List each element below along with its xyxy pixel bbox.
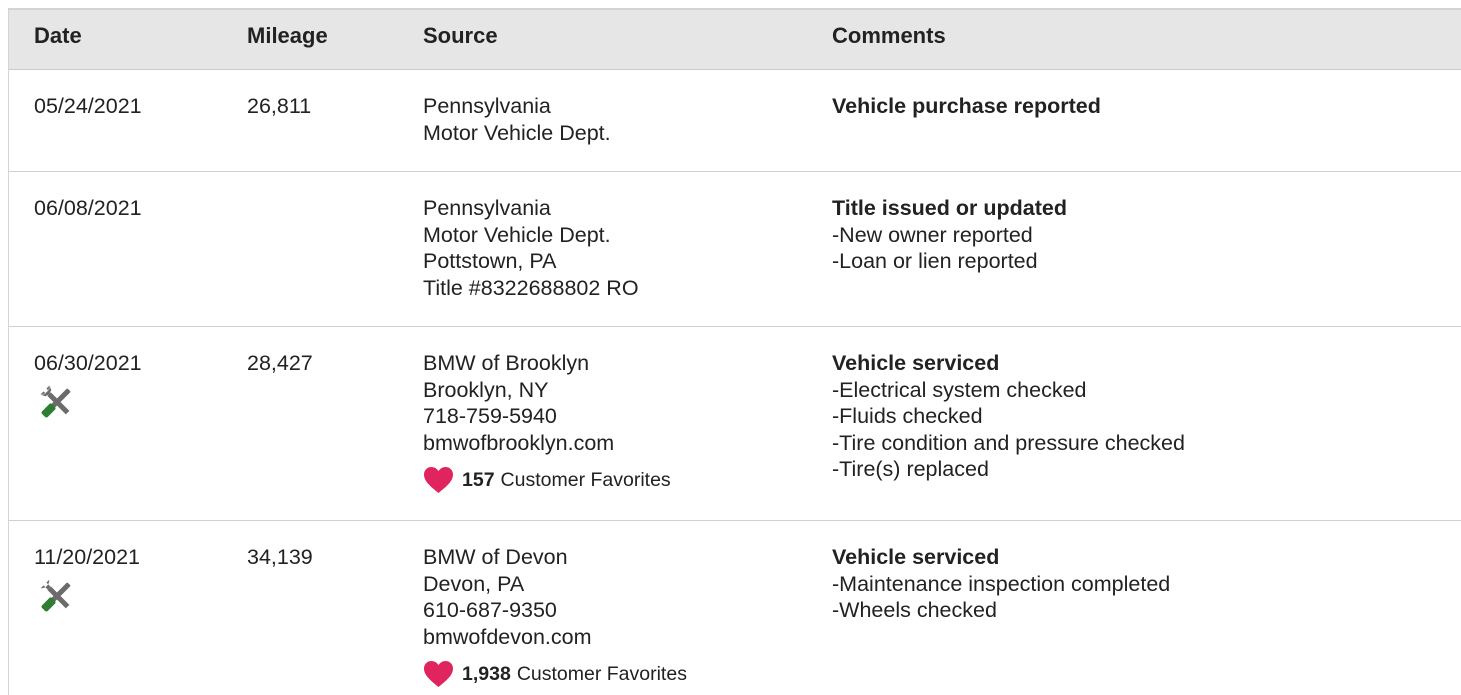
comment-item: Fluids checked — [832, 403, 1185, 430]
row-source: Pennsylvania Motor Vehicle Dept. Pottsto… — [423, 196, 639, 300]
row-source: Pennsylvania Motor Vehicle Dept. — [423, 94, 611, 145]
row-date: 05/24/2021 — [34, 94, 142, 118]
table-row: 05/24/2021 26,811 Pennsylvania Motor Veh… — [9, 70, 1461, 172]
comment-item: Wheels checked — [832, 597, 1170, 624]
dealer-link[interactable]: bmwofbrooklyn.com — [423, 430, 671, 457]
comment-item: Maintenance inspection completed — [832, 571, 1170, 598]
comment-item: Tire(s) replaced — [832, 456, 1185, 483]
favorites-count: 157 — [462, 468, 495, 491]
favorites-label: Customer Favorites — [500, 468, 671, 491]
comment-item: Tire condition and pressure checked — [832, 430, 1185, 457]
comment-item: Loan or lien reported — [832, 248, 1067, 275]
row-date: 11/20/2021 — [34, 545, 141, 569]
heart-icon — [424, 661, 453, 687]
wrench-screwdriver-icon — [36, 575, 78, 617]
row-comments: Vehicle purchase reported — [832, 93, 1101, 120]
header-date: Date — [34, 23, 82, 48]
header-source: Source — [423, 23, 498, 48]
row-source: BMW of Devon Devon, PA 610-687-9350 bmwo… — [423, 544, 687, 688]
row-source: BMW of Brooklyn Brooklyn, NY 718-759-594… — [423, 350, 671, 494]
customer-favorites[interactable]: 157 Customer Favorites — [423, 466, 671, 494]
header-mileage: Mileage — [247, 23, 328, 48]
row-comments: Vehicle serviced Electrical system check… — [832, 350, 1185, 483]
comment-title: Vehicle serviced — [832, 351, 1000, 375]
row-mileage: 26,811 — [247, 94, 312, 118]
row-date: 06/30/2021 — [34, 351, 142, 375]
comment-title: Title issued or updated — [832, 196, 1067, 220]
vehicle-history-table: Date Mileage Source Comments 05/24/2021 … — [8, 8, 1461, 695]
table-row: 06/30/2021 28,427 BMW of Brooklyn Brookl… — [9, 327, 1461, 521]
comment-item: Electrical system checked — [832, 377, 1185, 404]
customer-favorites[interactable]: 1,938 Customer Favorites — [423, 660, 687, 688]
comment-item: New owner reported — [832, 222, 1067, 249]
header-comments: Comments — [832, 23, 946, 48]
favorites-label: Customer Favorites — [516, 662, 687, 685]
comment-title: Vehicle purchase reported — [832, 94, 1101, 118]
row-mileage: 28,427 — [247, 351, 313, 375]
row-comments: Vehicle serviced Maintenance inspection … — [832, 544, 1170, 624]
table-header: Date Mileage Source Comments — [9, 10, 1461, 70]
dealer-link[interactable]: bmwofdevon.com — [423, 624, 687, 651]
table-row: 11/20/2021 34,139 BMW of Devon Devon, PA… — [9, 521, 1461, 695]
heart-icon — [424, 467, 453, 493]
row-mileage: 34,139 — [247, 545, 313, 569]
favorites-count: 1,938 — [462, 662, 511, 685]
row-comments: Title issued or updated New owner report… — [832, 195, 1067, 275]
table-row: 06/08/2021 Pennsylvania Motor Vehicle De… — [9, 172, 1461, 327]
wrench-screwdriver-icon — [36, 381, 78, 423]
row-date: 06/08/2021 — [34, 196, 142, 220]
comment-title: Vehicle serviced — [832, 545, 1000, 569]
